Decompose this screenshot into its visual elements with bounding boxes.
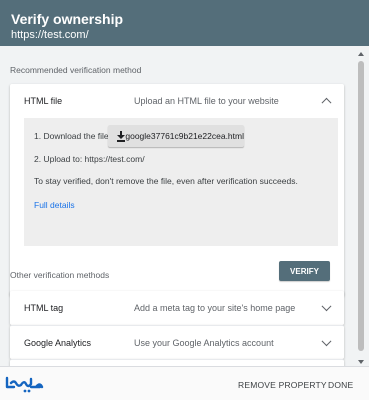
method-description: Add a meta tag to your site's home page <box>134 303 296 313</box>
dialog-title: Verify ownership <box>11 11 124 27</box>
dialog-body[interactable]: Recommended verification method HTML fil… <box>0 46 369 366</box>
verification-note: To stay verified, don't remove the file,… <box>34 176 298 186</box>
recommended-section-label: Recommended verification method <box>10 65 142 75</box>
watermark-logo <box>5 376 44 393</box>
method-name: Google Analytics <box>24 337 92 348</box>
scroll-up-arrow[interactable] <box>358 52 364 56</box>
scroll-down-arrow[interactable] <box>358 360 364 364</box>
method-description: Upload an HTML file to your website <box>134 95 279 106</box>
download-icon <box>117 131 125 142</box>
scrollbar[interactable] <box>358 52 364 366</box>
html-file-card: HTML file Upload an HTML file to your we… <box>10 84 344 296</box>
method-card-google-analytics[interactable]: Google Analytics Use your Google Analyti… <box>10 325 344 359</box>
verify-button[interactable]: VERIFY <box>279 261 330 281</box>
done-button[interactable]: DONE <box>328 380 353 390</box>
method-card-html-tag[interactable]: HTML tag Add a meta tag to your site's h… <box>10 291 344 325</box>
html-file-header[interactable]: HTML file Upload an HTML file to your we… <box>10 84 344 117</box>
scrollbar-thumb[interactable] <box>358 61 364 351</box>
property-url: https://test.com/ <box>11 29 89 41</box>
html-file-instructions: 1. Download the file: google37761c9b21e2… <box>24 118 338 246</box>
step2-text: 2. Upload to: https://test.com/ <box>34 154 145 164</box>
remove-property-button[interactable]: REMOVE PROPERTY <box>238 380 327 390</box>
download-file-button[interactable]: google37761c9b21e22cea.html <box>108 125 244 147</box>
download-filename: google37761c9b21e22cea.html <box>125 131 244 141</box>
dialog-footer: REMOVE PROPERTY DONE <box>0 366 369 400</box>
method-card-next[interactable] <box>10 359 344 366</box>
full-details-link[interactable]: Full details <box>34 200 75 210</box>
method-name: HTML file <box>24 95 63 106</box>
method-name: HTML tag <box>24 303 64 313</box>
method-description: Use your Google Analytics account <box>134 337 274 348</box>
other-section-label: Other verification methods <box>10 270 110 280</box>
dialog-header: Verify ownership https://test.com/ <box>0 0 369 46</box>
step1-label: 1. Download the file: <box>34 131 112 141</box>
